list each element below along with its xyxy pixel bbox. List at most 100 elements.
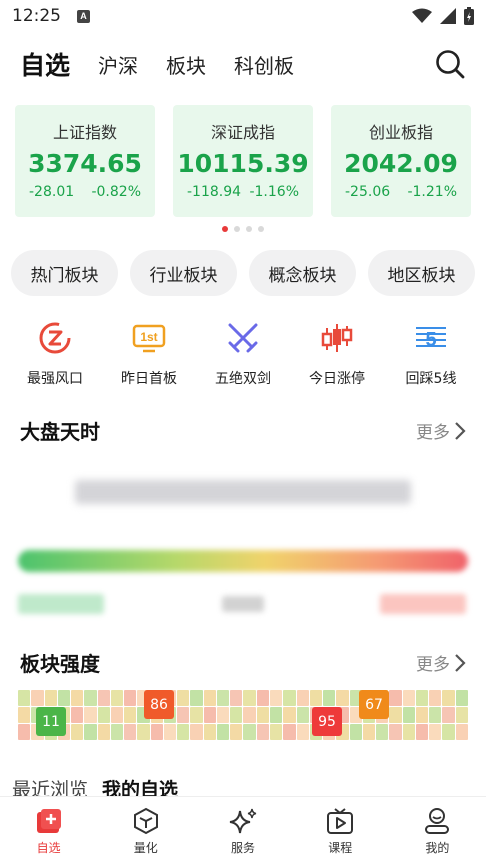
heatmap-cell[interactable] [256,690,270,706]
heatmap-cell[interactable] [270,690,283,706]
heatmap-cell[interactable] [230,690,243,706]
tab-watchlist[interactable]: 自选 [20,46,70,82]
heatmap-cell[interactable] [97,707,110,723]
heatmap-cell[interactable] [389,690,402,706]
heatmap-cell[interactable] [270,724,283,740]
heatmap-cell[interactable] [256,707,270,723]
heatmap-cell[interactable] [415,724,429,740]
heatmap-cell[interactable] [402,724,415,740]
heatmap-cell[interactable] [124,724,137,740]
sector-heatmap[interactable] [18,690,468,740]
tabbar-item-profile[interactable]: 我的 [389,797,486,864]
heatmap-cell[interactable] [163,724,177,740]
heatmap-highlight-cell[interactable]: 86 [144,690,174,719]
heatmap-highlight-cell[interactable]: 95 [312,707,342,736]
heatmap-cell[interactable] [203,707,216,723]
heatmap-cell[interactable] [243,707,256,723]
heatmap-cell[interactable] [296,690,309,706]
heatmap-cell[interactable] [389,707,402,723]
heatmap-cell[interactable] [256,724,270,740]
heatmap-cell[interactable] [97,690,110,706]
heatmap-cell[interactable] [429,724,442,740]
market-more-link[interactable]: 更多 [416,418,466,443]
pill-hot-sectors[interactable]: 热门板块 [11,250,118,296]
heatmap-cell[interactable] [216,690,230,706]
heatmap-cell[interactable] [230,724,243,740]
heatmap-cell[interactable] [455,707,468,723]
sector-strength-more-link[interactable]: 更多 [416,650,466,675]
heatmap-cell[interactable] [57,690,71,706]
heatmap-cell[interactable] [376,724,389,740]
heatmap-cell[interactable] [429,690,442,706]
heatmap-cell[interactable] [124,707,137,723]
heatmap-cell[interactable] [71,724,84,740]
carousel-dot[interactable] [258,226,264,232]
tool-pullback-5-line[interactable]: 5 回踩5线 [387,318,475,388]
heatmap-cell[interactable] [455,724,468,740]
pill-concept-sectors[interactable]: 概念板块 [249,250,356,296]
carousel-dot[interactable] [234,226,240,232]
index-card-chinext[interactable]: 创业板指 2042.09 -25.06 -1.21% [331,105,471,217]
heatmap-highlight-cell[interactable]: 67 [359,690,389,719]
heatmap-cell[interactable] [18,724,31,740]
heatmap-cell[interactable] [137,724,150,740]
heatmap-cell[interactable] [110,724,124,740]
heatmap-cell[interactable] [455,690,468,706]
heatmap-cell[interactable] [177,707,190,723]
tabbar-item-services[interactable]: 服务 [194,797,291,864]
heatmap-cell[interactable] [415,707,429,723]
tool-strongest-trend[interactable]: 最强风口 [11,318,99,388]
heatmap-cell[interactable] [110,690,124,706]
index-card-shanghai[interactable]: 上证指数 3374.65 -28.01 -0.82% [15,105,155,217]
heatmap-cell[interactable] [402,707,415,723]
heatmap-cell[interactable] [442,690,455,706]
tabbar-item-quant[interactable]: 量化 [97,797,194,864]
heatmap-cell[interactable] [124,690,137,706]
heatmap-cell[interactable] [415,690,429,706]
tab-sectors[interactable]: 板块 [166,50,206,79]
heatmap-cell[interactable] [309,690,323,706]
heatmap-cell[interactable] [84,690,97,706]
heatmap-cell[interactable] [177,724,190,740]
heatmap-cell[interactable] [216,724,230,740]
search-button[interactable] [434,48,466,80]
heatmap-cell[interactable] [243,724,256,740]
carousel-dot[interactable] [246,226,252,232]
heatmap-cell[interactable] [336,690,349,706]
heatmap-cell[interactable] [270,707,283,723]
tool-today-limit-up[interactable]: 今日涨停 [293,318,381,388]
heatmap-cell[interactable] [230,707,243,723]
heatmap-cell[interactable] [283,707,296,723]
heatmap-cell[interactable] [362,724,376,740]
heatmap-cell[interactable] [442,724,455,740]
heatmap-highlight-cell[interactable]: 11 [36,707,66,736]
tabbar-item-watchlist[interactable]: 自选 [0,797,97,864]
heatmap-cell[interactable] [150,724,163,740]
heatmap-cell[interactable] [216,707,230,723]
heatmap-cell[interactable] [349,724,362,740]
tool-five-swords[interactable]: 五绝双剑 [199,318,287,388]
heatmap-cell[interactable] [18,690,31,706]
heatmap-cell[interactable] [283,690,296,706]
heatmap-cell[interactable] [71,690,84,706]
heatmap-cell[interactable] [296,724,309,740]
heatmap-cell[interactable] [177,690,190,706]
heatmap-cell[interactable] [71,707,84,723]
carousel-dot[interactable] [222,226,228,232]
heatmap-cell[interactable] [84,724,97,740]
heatmap-cell[interactable] [243,690,256,706]
heatmap-cell[interactable] [402,690,415,706]
heatmap-cell[interactable] [190,690,203,706]
heatmap-cell[interactable] [442,707,455,723]
heatmap-cell[interactable] [323,690,336,706]
pill-region-sectors[interactable]: 地区板块 [368,250,475,296]
heatmap-cell[interactable] [18,707,31,723]
tab-shanghai-shenzhen[interactable]: 沪深 [98,50,138,79]
heatmap-cell[interactable] [203,690,216,706]
heatmap-cell[interactable] [190,707,203,723]
heatmap-cell[interactable] [389,724,402,740]
heatmap-cell[interactable] [44,690,57,706]
heatmap-cell[interactable] [31,690,44,706]
pill-industry-sectors[interactable]: 行业板块 [130,250,237,296]
heatmap-cell[interactable] [97,724,110,740]
